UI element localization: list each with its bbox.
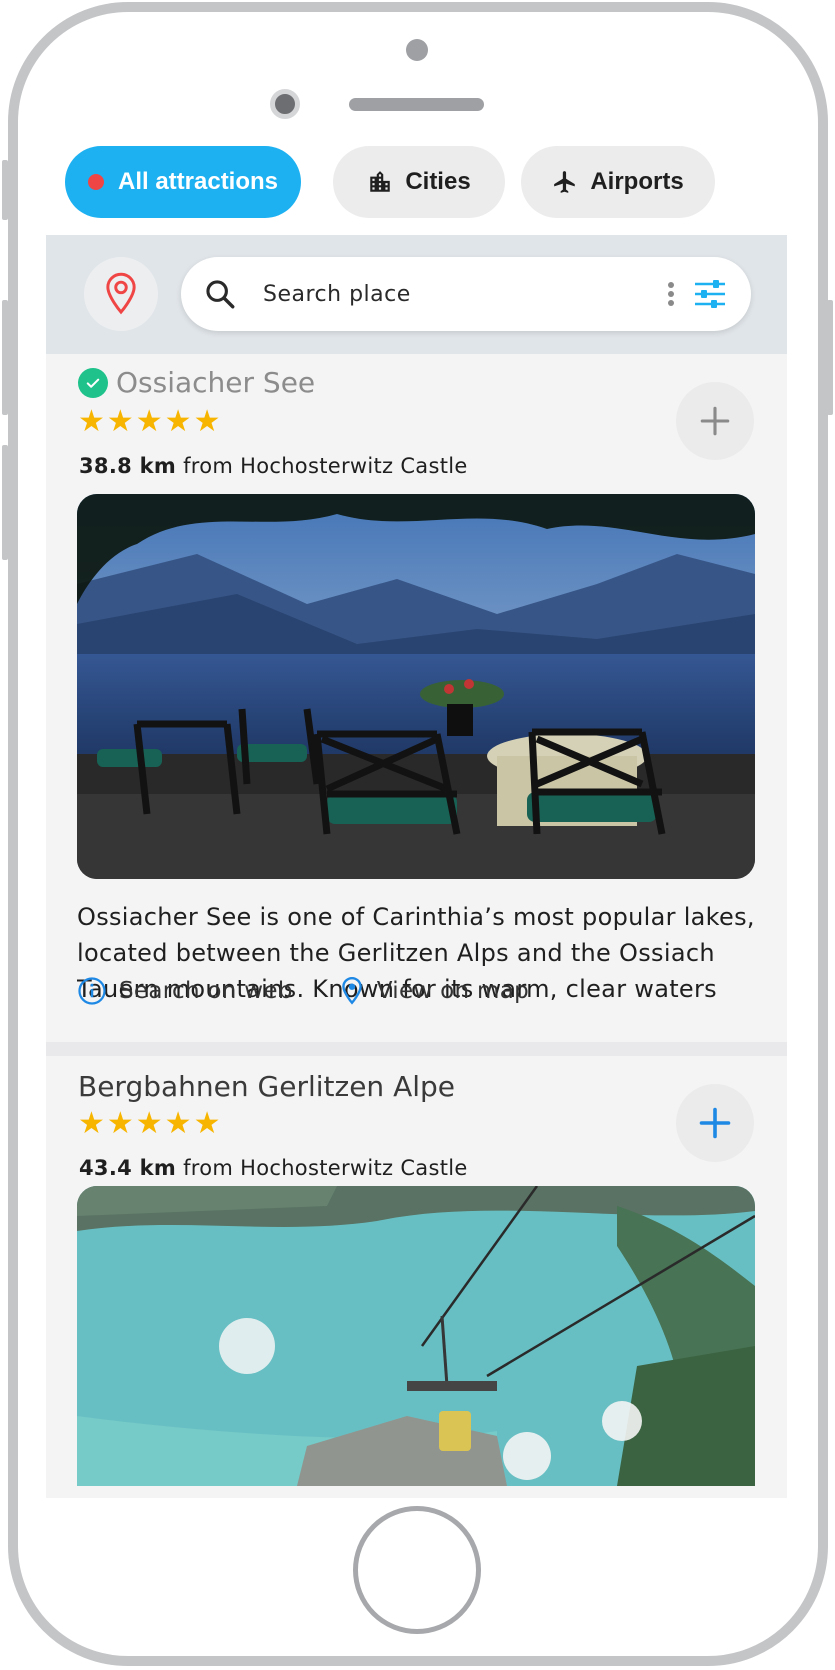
front-camera (270, 89, 300, 119)
distance-text: 43.4 km from Hochosterwitz Castle (79, 1156, 468, 1180)
airplane-icon (554, 171, 576, 193)
view-on-map-link[interactable]: View on map (339, 976, 529, 1006)
search-on-web-link[interactable]: Search on web (77, 976, 293, 1006)
add-to-trip-button[interactable] (676, 1084, 754, 1162)
card-title-row: Bergbahnen Gerlitzen Alpe (78, 1070, 455, 1103)
chip-airports[interactable]: Airports (521, 146, 715, 218)
distance-suffix: from Hochosterwitz Castle (183, 454, 468, 478)
plus-icon (699, 1107, 731, 1139)
more-options-icon[interactable] (667, 281, 675, 307)
my-location-button[interactable] (84, 257, 158, 331)
card-title-row: Ossiacher See (78, 366, 315, 399)
attraction-card[interactable]: Ossiacher See ★★★★★ 38.8 km from Hochost… (46, 354, 787, 1042)
red-dot-icon (87, 174, 104, 190)
search-box (181, 257, 751, 331)
cable-car-lake-image (77, 1186, 755, 1486)
city-icon (370, 171, 391, 192)
plus-icon (700, 406, 730, 436)
chip-all-attractions[interactable]: All attractions (65, 146, 301, 218)
chip-label: All attractions (117, 168, 279, 195)
lake-terrace-image (77, 494, 755, 879)
filter-chips: All attractions Cities Airports (46, 132, 787, 235)
add-to-trip-button[interactable] (676, 382, 754, 460)
star-rating: ★★★★★ (78, 1107, 223, 1140)
map-marker-icon (341, 976, 362, 1005)
distance-value: 43.4 km (79, 1156, 177, 1180)
attraction-name: Bergbahnen Gerlitzen Alpe (78, 1070, 456, 1103)
chip-label: Airports (590, 168, 684, 195)
card-divider (46, 1042, 787, 1056)
chip-cities[interactable]: Cities (333, 146, 505, 218)
attraction-name: Ossiacher See (116, 366, 316, 399)
card-actions: Search on web View on map (77, 976, 575, 1006)
search-bar-area (46, 235, 787, 354)
app-screen: All attractions Cities Airports Search p… (46, 132, 787, 1498)
search-on-web-label: Search on web (119, 978, 293, 1004)
distance-suffix: from Hochosterwitz Castle (183, 1156, 468, 1180)
search-input[interactable] (263, 277, 643, 311)
info-icon (78, 977, 106, 1005)
distance-text: 38.8 km from Hochosterwitz Castle (79, 454, 468, 478)
star-rating: ★★★★★ (78, 405, 223, 438)
attraction-photo[interactable] (77, 1186, 755, 1486)
home-button[interactable] (353, 1506, 481, 1634)
filter-sliders-icon[interactable] (693, 279, 727, 309)
attraction-photo[interactable] (77, 494, 755, 879)
map-pin-icon (106, 272, 136, 315)
distance-value: 38.8 km (79, 454, 177, 478)
view-on-map-label: View on map (376, 978, 529, 1004)
visited-check-icon (78, 367, 108, 398)
attraction-card[interactable]: Bergbahnen Gerlitzen Alpe ★★★★★ 43.4 km … (46, 1056, 787, 1498)
search-icon (206, 280, 235, 309)
proximity-sensor (406, 39, 428, 61)
chip-label: Cities (405, 168, 471, 195)
earpiece-speaker (349, 98, 484, 111)
